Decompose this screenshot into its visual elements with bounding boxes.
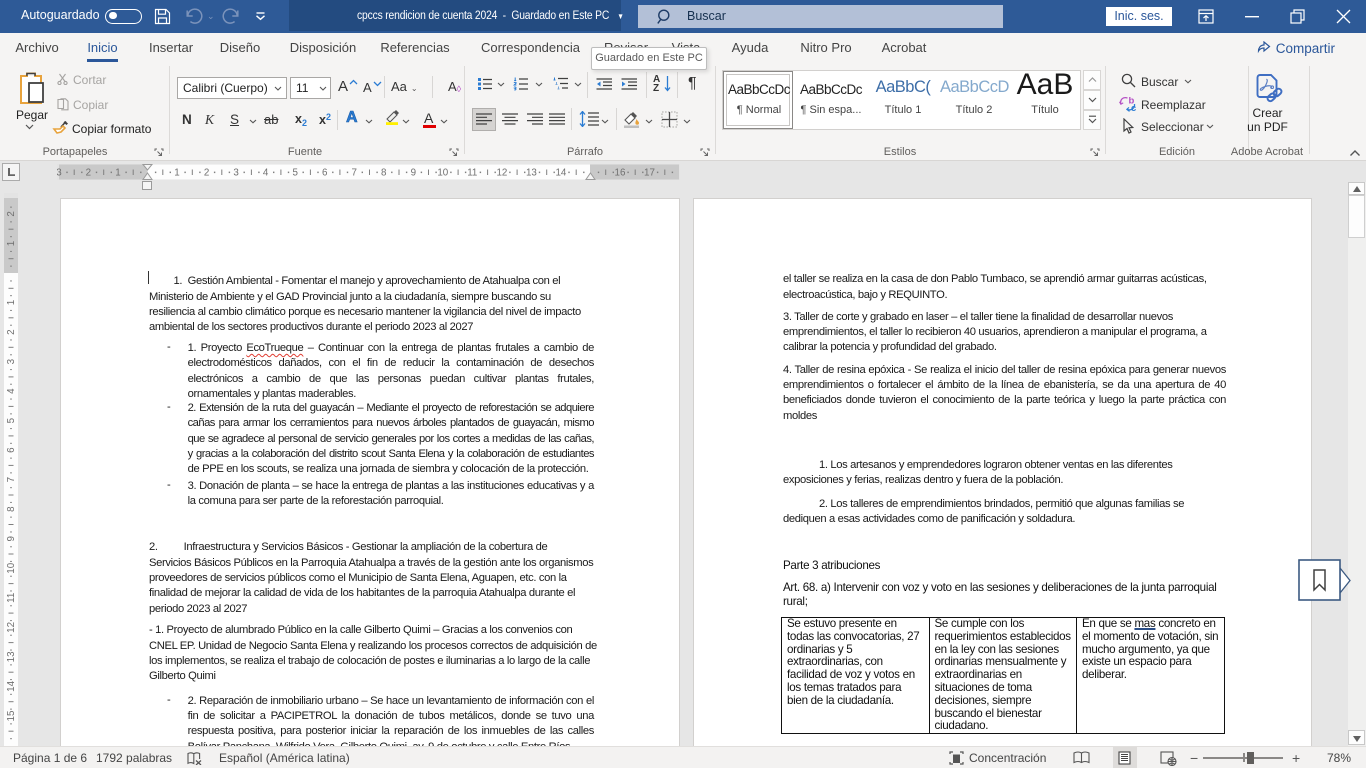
svg-text:16: 16 bbox=[615, 168, 626, 179]
svg-text:2: 2 bbox=[6, 329, 17, 334]
svg-text:12: 12 bbox=[496, 168, 507, 179]
svg-text:2: 2 bbox=[6, 211, 17, 216]
svg-text:14: 14 bbox=[555, 168, 566, 179]
svg-text:11: 11 bbox=[6, 593, 17, 603]
svg-text:13: 13 bbox=[526, 168, 537, 179]
svg-text:3: 3 bbox=[233, 168, 239, 179]
svg-text:3: 3 bbox=[6, 358, 17, 364]
svg-text:13: 13 bbox=[6, 651, 17, 662]
svg-text:10: 10 bbox=[6, 562, 17, 573]
svg-text:17: 17 bbox=[644, 168, 655, 179]
svg-text:12: 12 bbox=[6, 622, 17, 633]
svg-text:15: 15 bbox=[6, 710, 17, 721]
svg-text:11: 11 bbox=[467, 168, 477, 179]
svg-text:7: 7 bbox=[351, 168, 356, 179]
svg-text:8: 8 bbox=[6, 506, 17, 512]
svg-text:10: 10 bbox=[437, 168, 448, 179]
svg-text:6: 6 bbox=[6, 447, 17, 453]
svg-text:2: 2 bbox=[86, 168, 91, 179]
svg-text:2: 2 bbox=[204, 168, 209, 179]
svg-text:8: 8 bbox=[381, 168, 387, 179]
svg-text:1: 1 bbox=[6, 241, 17, 246]
svg-text:1: 1 bbox=[6, 300, 17, 305]
svg-text:4: 4 bbox=[6, 388, 17, 394]
svg-text:1: 1 bbox=[174, 168, 179, 179]
svg-text:6: 6 bbox=[322, 168, 328, 179]
svg-text:4: 4 bbox=[263, 168, 269, 179]
svg-text:1: 1 bbox=[115, 168, 120, 179]
svg-text:14: 14 bbox=[6, 680, 17, 691]
svg-text:9: 9 bbox=[6, 536, 17, 541]
svg-text:5: 5 bbox=[6, 417, 17, 423]
svg-text:9: 9 bbox=[411, 168, 416, 179]
svg-text:5: 5 bbox=[292, 168, 298, 179]
svg-text:3: 3 bbox=[57, 168, 62, 179]
svg-text:7: 7 bbox=[6, 477, 17, 482]
